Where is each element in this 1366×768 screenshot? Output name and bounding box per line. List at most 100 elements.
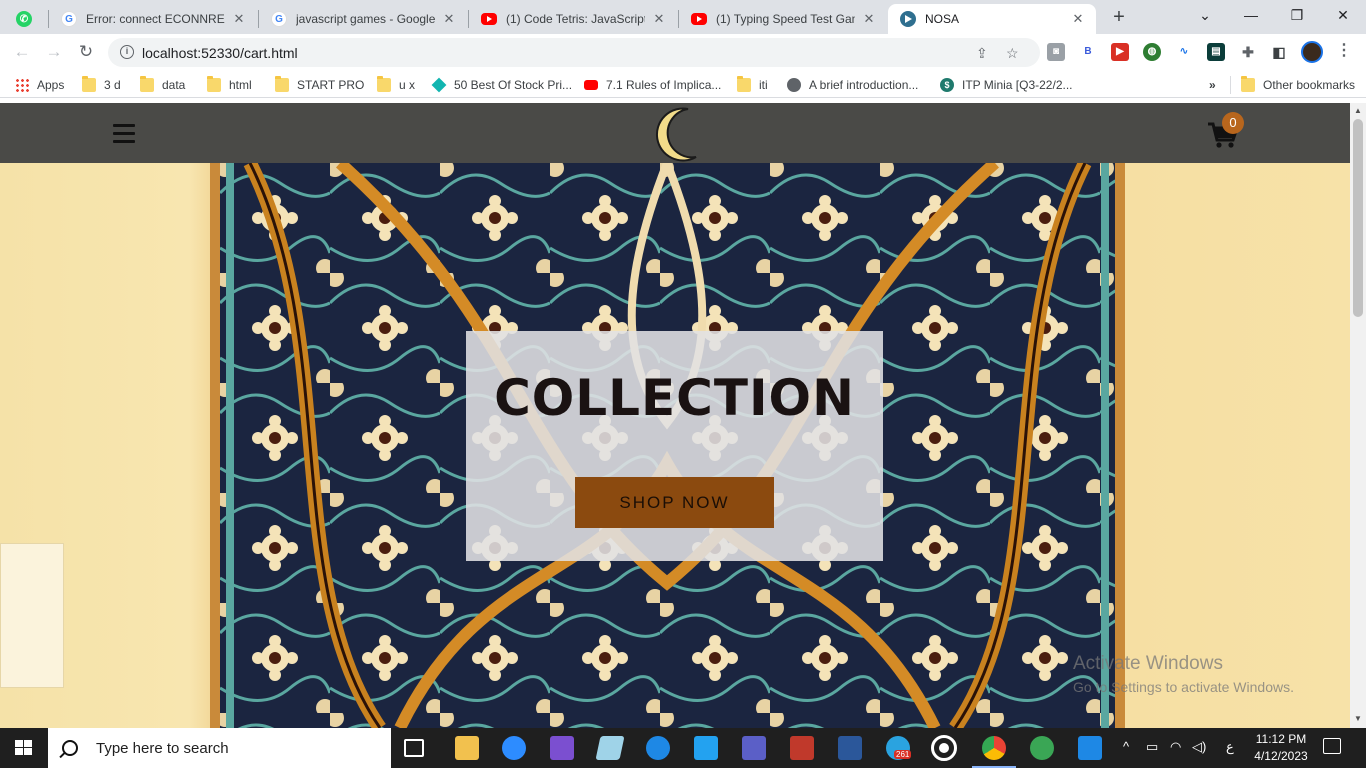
video-extension-icon[interactable]: ▶ (1111, 43, 1129, 61)
reload-icon[interactable]: ↻ (74, 40, 98, 64)
forward-arrow-icon[interactable]: → (42, 40, 66, 64)
edge-icon[interactable] (646, 736, 670, 760)
bookmark-brief-introduction[interactable]: A brief introduction... (787, 76, 918, 94)
page-scrollbar[interactable]: ▲ ▼ (1350, 103, 1366, 728)
bookmark-itp-minia[interactable]: $ ITP Minia [Q3-22/2... (940, 76, 1073, 94)
museum-wall-label (0, 543, 64, 688)
teams-icon[interactable] (742, 736, 766, 760)
bookmark-label: ITP Minia [Q3-22/2... (962, 78, 1073, 92)
bookmark-data[interactable]: data (140, 76, 185, 94)
video-player-icon[interactable] (1078, 736, 1102, 760)
search-placeholder: Type here to search (96, 739, 229, 757)
browser-menu-icon[interactable]: ⋮ (1336, 41, 1352, 61)
bookmark-html[interactable]: html (207, 76, 252, 94)
bookmark-rules-of-implication[interactable]: 7.1 Rules of Implica... (584, 76, 721, 94)
tab-title: javascript games - Google S (296, 12, 435, 26)
diamond-icon (431, 77, 447, 93)
whatsapp-icon: ✆ (16, 11, 32, 27)
folder-icon (275, 76, 289, 92)
youtube-icon (584, 80, 598, 90)
watermark-subtitle: Go to Settings to activate Windows. (1073, 679, 1294, 695)
side-panel-icon[interactable]: ◧ (1270, 43, 1288, 61)
globe-app-icon[interactable] (1030, 736, 1054, 760)
tab-close-icon[interactable]: ✕ (861, 11, 877, 27)
tab-code-tetris[interactable]: (1) Code Tetris: JavaScript T ✕ (469, 4, 677, 34)
minimize-button[interactable]: — (1228, 0, 1274, 30)
tab-nosa[interactable]: NOSA ✕ (888, 4, 1096, 34)
page-viewport: 0 COLLECTION SHOP NOW Activate Windows G… (0, 103, 1350, 728)
scrollbar-thumb[interactable] (1353, 119, 1363, 317)
other-bookmarks[interactable]: Other bookmarks (1230, 76, 1355, 94)
input-language[interactable]: ع (1226, 739, 1234, 755)
tab-title: (1) Code Tetris: JavaScript T (506, 12, 645, 26)
wifi-icon[interactable]: ◠ (1170, 739, 1181, 755)
taskbar-clock[interactable]: 11:12 PM 4/12/2023 (1250, 731, 1312, 765)
bookmark-ux[interactable]: u x (377, 76, 415, 94)
folder-icon (377, 76, 391, 92)
tray-chevron-icon[interactable]: ^ (1123, 739, 1129, 754)
bookmark-label: 50 Best Of Stock Pri... (454, 78, 573, 92)
tab-close-icon[interactable]: ✕ (231, 11, 247, 27)
folder-icon (207, 76, 221, 92)
s-icon: $ (940, 78, 954, 92)
b-extension-icon[interactable]: B (1079, 43, 1097, 61)
new-tab-button[interactable]: + (1107, 6, 1131, 30)
bookmark-iti[interactable]: iti (737, 76, 768, 94)
bookmark-star-icon[interactable]: ☆ (1006, 45, 1019, 62)
tab-close-icon[interactable]: ✕ (651, 11, 667, 27)
vscode-icon[interactable] (694, 736, 718, 760)
shop-now-button[interactable]: SHOP NOW (575, 477, 774, 528)
bookmark-apps[interactable]: Apps (15, 76, 64, 94)
volume-icon[interactable]: ◁) (1192, 739, 1206, 755)
tab-error-econnrefused[interactable]: G Error: connect ECONNREFU ✕ (49, 4, 257, 34)
chrome-icon[interactable] (972, 736, 1016, 768)
notifications-icon[interactable] (1323, 738, 1341, 754)
browser-toolbar: ← → ↻ i localhost:52330/cart.html ⇪ ☆ ◙ … (0, 34, 1366, 71)
windows-start-icon[interactable] (0, 728, 48, 768)
bookmark-stock-prices[interactable]: 50 Best Of Stock Pri... (431, 76, 573, 94)
tab-close-icon[interactable]: ✕ (1070, 11, 1086, 27)
folder-icon (140, 76, 154, 92)
tab-javascript-games[interactable]: G javascript games - Google S ✕ (259, 4, 467, 34)
nosa-icon (900, 11, 916, 27)
tab-close-icon[interactable]: ✕ (441, 11, 457, 27)
crescent-moon-logo[interactable] (644, 103, 700, 163)
scroll-up-arrow-icon[interactable]: ▲ (1354, 106, 1362, 115)
address-bar[interactable]: i localhost:52330/cart.html ⇪ ☆ (108, 38, 1040, 67)
word-icon[interactable] (838, 736, 862, 760)
settings-gear-icon[interactable] (931, 735, 957, 761)
file-explorer-icon[interactable] (455, 736, 479, 760)
visual-studio-icon[interactable] (550, 736, 574, 760)
scroll-down-arrow-icon[interactable]: ▼ (1354, 714, 1362, 723)
camera-extension-icon[interactable]: ◙ (1047, 43, 1065, 61)
address-url[interactable]: localhost:52330/cart.html (142, 45, 298, 61)
hero-section: COLLECTION SHOP NOW (0, 163, 1350, 728)
tab-typing-speed-test[interactable]: (1) Typing Speed Test Game ✕ (679, 4, 887, 34)
tab-search-chevron-icon[interactable]: ⌄ (1182, 0, 1228, 30)
hamburger-menu-icon[interactable] (113, 124, 135, 144)
zoom-icon[interactable] (502, 736, 526, 760)
tool-extension-icon[interactable]: ▤ (1207, 43, 1225, 61)
bookmark-label: data (162, 78, 186, 92)
bookmark-3d[interactable]: 3 d (82, 76, 121, 94)
profile-avatar[interactable] (1301, 41, 1323, 63)
restore-button[interactable]: ❐ (1274, 0, 1320, 30)
clock-date: 4/12/2023 (1254, 749, 1308, 763)
collection-overlay: COLLECTION SHOP NOW (466, 331, 883, 561)
close-window-button[interactable]: ✕ (1320, 0, 1366, 30)
more-bookmarks-chevron[interactable]: » (1209, 76, 1216, 94)
youtube-icon (691, 13, 707, 25)
notes-app-icon[interactable] (595, 736, 625, 760)
back-arrow-icon[interactable]: ← (10, 40, 34, 64)
pinned-tab-whatsapp[interactable]: ✆ (4, 4, 48, 34)
globe-extension-icon[interactable]: ◍ (1143, 43, 1161, 61)
bookmark-start-pro[interactable]: START PRO (275, 76, 364, 94)
battery-icon[interactable]: ▭ (1146, 739, 1158, 755)
site-info-icon[interactable]: i (120, 45, 134, 59)
task-view-icon[interactable] (404, 739, 424, 757)
winrar-icon[interactable] (790, 736, 814, 760)
wave-extension-icon[interactable]: ∿ (1175, 43, 1193, 61)
taskbar-search-box[interactable]: Type here to search (48, 728, 391, 768)
puzzle-extensions-icon[interactable]: ✚ (1239, 43, 1257, 61)
share-icon[interactable]: ⇪ (976, 45, 988, 62)
